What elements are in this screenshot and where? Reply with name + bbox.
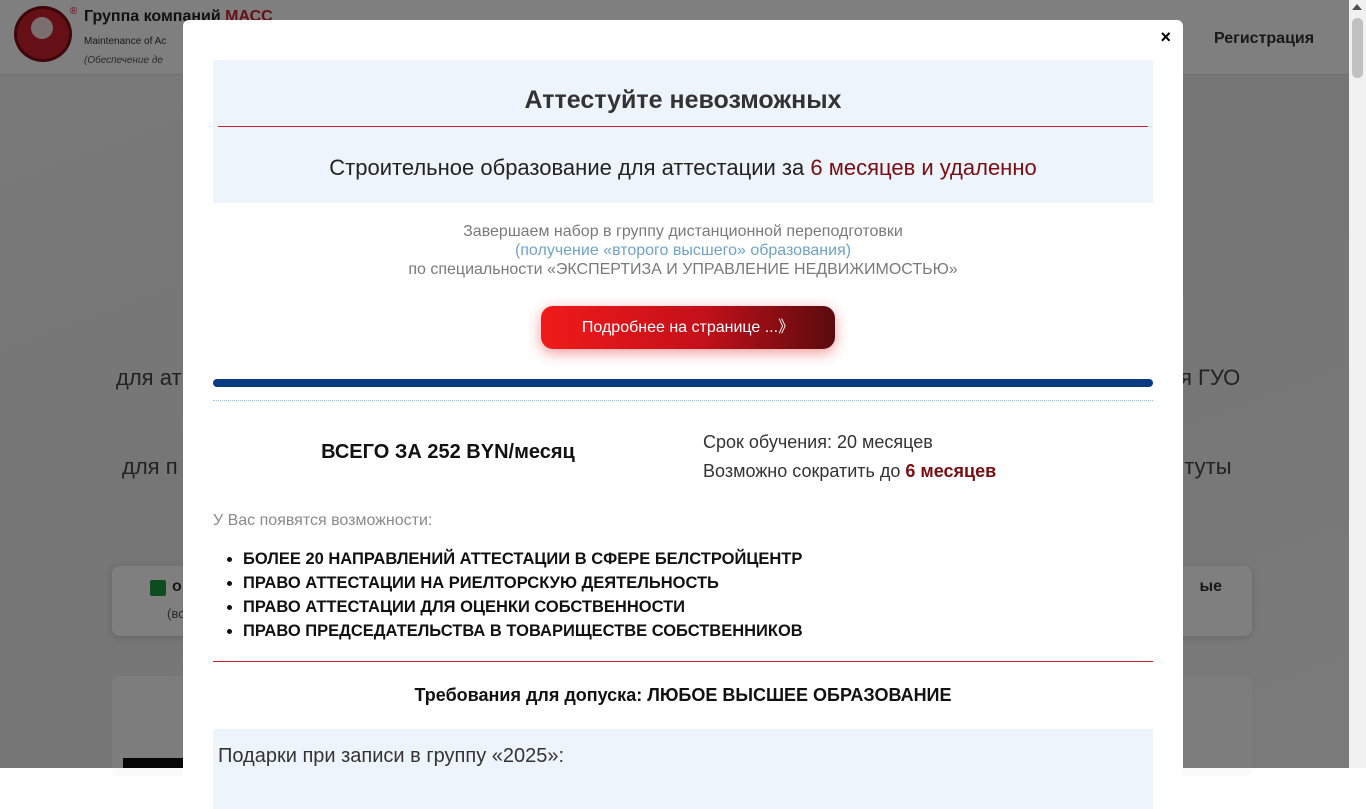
intro-text: Завершаем набор в группу дистанционной п… <box>213 222 1153 279</box>
close-icon[interactable]: × <box>1160 26 1171 48</box>
hero-subtitle-accent: 6 месяцев и удаленно <box>810 155 1037 180</box>
list-item: ПРАВО АТТЕСТАЦИИ ДЛЯ ОЦЕНКИ СОБСТВЕННОСТ… <box>243 595 803 619</box>
intro-line-2: (получение «второго высшего» образования… <box>514 242 852 259</box>
scroll-thumb[interactable] <box>1352 18 1363 78</box>
hero-block: Аттестуйте невозможных Строительное обра… <box>213 60 1153 203</box>
hero-subtitle: Строительное образование для аттестации … <box>213 155 1153 181</box>
price-text: ВСЕГО ЗА 252 BYN/месяц <box>321 441 575 463</box>
scroll-up-icon[interactable] <box>1352 4 1362 10</box>
shorten-line: Возможно сократить до 6 месяцев <box>703 457 996 486</box>
promo-modal: × Аттестуйте невозможных Строительное об… <box>183 20 1183 809</box>
dotted-divider <box>213 400 1153 401</box>
list-item: БОЛЕЕ 20 НАПРАВЛЕНИЙ АТТЕСТАЦИИ В СФЕРЕ … <box>243 547 803 571</box>
more-details-button[interactable]: Подробнее на странице ...》 <box>541 306 835 349</box>
gifts-title: Подарки при записи в группу «2025»: <box>218 745 565 767</box>
opportunities-list: БОЛЕЕ 20 НАПРАВЛЕНИЙ АТТЕСТАЦИИ В СФЕРЕ … <box>213 547 803 643</box>
duration-info: Срок обучения: 20 месяцев Возможно сокра… <box>703 428 996 486</box>
scrollbar[interactable] <box>1349 0 1366 768</box>
shorten-prefix: Возможно сократить до <box>703 461 901 481</box>
opportunities-label: У Вас появятся возможности: <box>213 512 433 529</box>
gifts-block: Подарки при записи в группу «2025»: <box>213 729 1153 809</box>
duration-line: Срок обучения: 20 месяцев <box>703 432 933 452</box>
intro-line-3: по специальности «ЭКСПЕРТИЗА И УПРАВЛЕНИ… <box>408 261 958 278</box>
requirements-text: Требования для допуска: ЛЮБОЕ ВЫСШЕЕ ОБР… <box>414 685 952 705</box>
hero-divider <box>218 126 1148 127</box>
intro-line-1: Завершаем набор в группу дистанционной п… <box>463 223 903 240</box>
list-item: ПРАВО ПРЕДСЕДАТЕЛЬСТВА В ТОВАРИЩЕСТВЕ СО… <box>243 619 803 643</box>
blue-divider <box>213 379 1153 387</box>
red-divider <box>213 661 1153 662</box>
hero-title: Аттестуйте невозможных <box>524 86 842 114</box>
shorten-accent: 6 месяцев <box>905 461 997 481</box>
list-item: ПРАВО АТТЕСТАЦИИ НА РИЕЛТОРСКУЮ ДЕЯТЕЛЬН… <box>243 571 803 595</box>
hero-subtitle-prefix: Строительное образование для аттестации … <box>329 155 805 180</box>
